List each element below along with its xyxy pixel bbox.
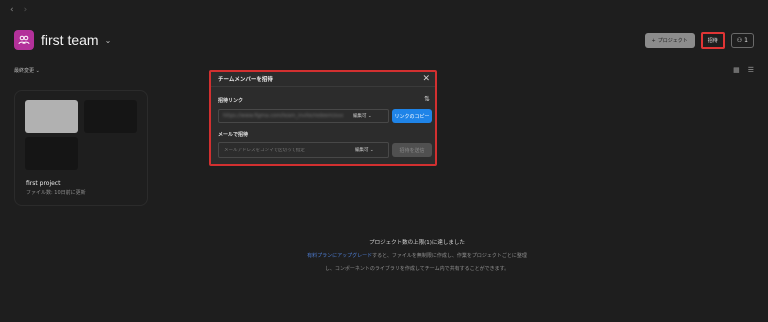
forward-arrow-icon[interactable]: ›	[24, 5, 28, 15]
limit-description: 有料プランにアップグレードすると、ファイルを無制限に作成し、作業をプロジェクトご…	[210, 252, 624, 259]
file-thumbnail	[25, 100, 78, 133]
team-name: first team	[41, 32, 99, 48]
team-avatar	[14, 30, 34, 50]
new-project-label: プロジェクト	[657, 38, 688, 44]
team-header[interactable]: first team ⌄	[14, 30, 111, 50]
email-field[interactable]	[224, 147, 349, 153]
invite-modal: チームメンバーを招待 ✕ 招待リンク ⇅ https://www.figma.c…	[209, 70, 437, 166]
project-card[interactable]: first project ファイル数: 10日前に更新	[14, 90, 148, 206]
limit-title: プロジェクト数の上限(1)に達しました	[369, 240, 465, 246]
email-invite-label: メールで招待	[218, 132, 249, 138]
close-icon[interactable]: ✕	[422, 74, 430, 84]
link-permission-select[interactable]: 編集可 ⌄	[353, 113, 372, 119]
limit-text: すると、ファイルを無制限に作成し、作業をプロジェクトごとに整理	[372, 253, 527, 259]
limit-description-2: し、コンポーネントのライブラリを作成してチーム内で共有することができます。	[324, 266, 510, 272]
file-thumbnail	[84, 100, 137, 133]
file-thumbnail	[25, 137, 78, 170]
sort-dropdown[interactable]: 最終変更 ⌄	[14, 67, 40, 74]
project-limit-notice: プロジェクト数の上限(1)に達しました 有料プランにアップグレードすると、ファイ…	[210, 224, 624, 272]
members-button[interactable]: ⚇ 1	[730, 33, 754, 48]
new-project-button[interactable]: + プロジェクト	[644, 33, 695, 48]
user-icon: ⚇	[736, 37, 743, 44]
upgrade-link[interactable]: 有料プランにアップグレード	[307, 253, 372, 259]
member-count: 1	[744, 37, 748, 44]
list-view-icon[interactable]: ☰	[748, 66, 754, 74]
invite-link-url: https://www.figma.com/team_invite/redeem…	[223, 113, 343, 119]
project-name: first project	[26, 180, 61, 187]
nav-arrows: ‹ ›	[10, 5, 27, 15]
grid-view-icon[interactable]: ▦	[733, 66, 740, 74]
email-permission-select[interactable]: 編集可 ⌄	[355, 147, 374, 153]
invite-link-field[interactable]: https://www.figma.com/team_invite/redeem…	[218, 109, 389, 123]
chevron-down-icon[interactable]: ⌄	[105, 36, 112, 45]
invite-link-label: 招待リンク	[218, 98, 244, 104]
modal-title: チームメンバーを招待	[218, 77, 273, 83]
settings-icon[interactable]: ⇅	[424, 95, 430, 103]
copy-link-button[interactable]: リンクのコピー	[392, 109, 432, 123]
send-invite-button[interactable]: 招待を送信	[392, 143, 432, 157]
project-meta: ファイル数: 10日前に更新	[26, 190, 86, 196]
team-users-icon	[18, 35, 30, 45]
modal-header: チームメンバーを招待 ✕	[211, 72, 435, 87]
header-actions: + プロジェクト 招待 ⚇ 1	[644, 32, 754, 49]
view-toggle: ▦ ☰	[733, 66, 754, 74]
plus-icon: +	[651, 37, 656, 44]
email-field-wrapper: 編集可 ⌄	[218, 142, 389, 158]
back-arrow-icon[interactable]: ‹	[10, 5, 14, 15]
invite-button[interactable]: 招待	[700, 32, 725, 49]
